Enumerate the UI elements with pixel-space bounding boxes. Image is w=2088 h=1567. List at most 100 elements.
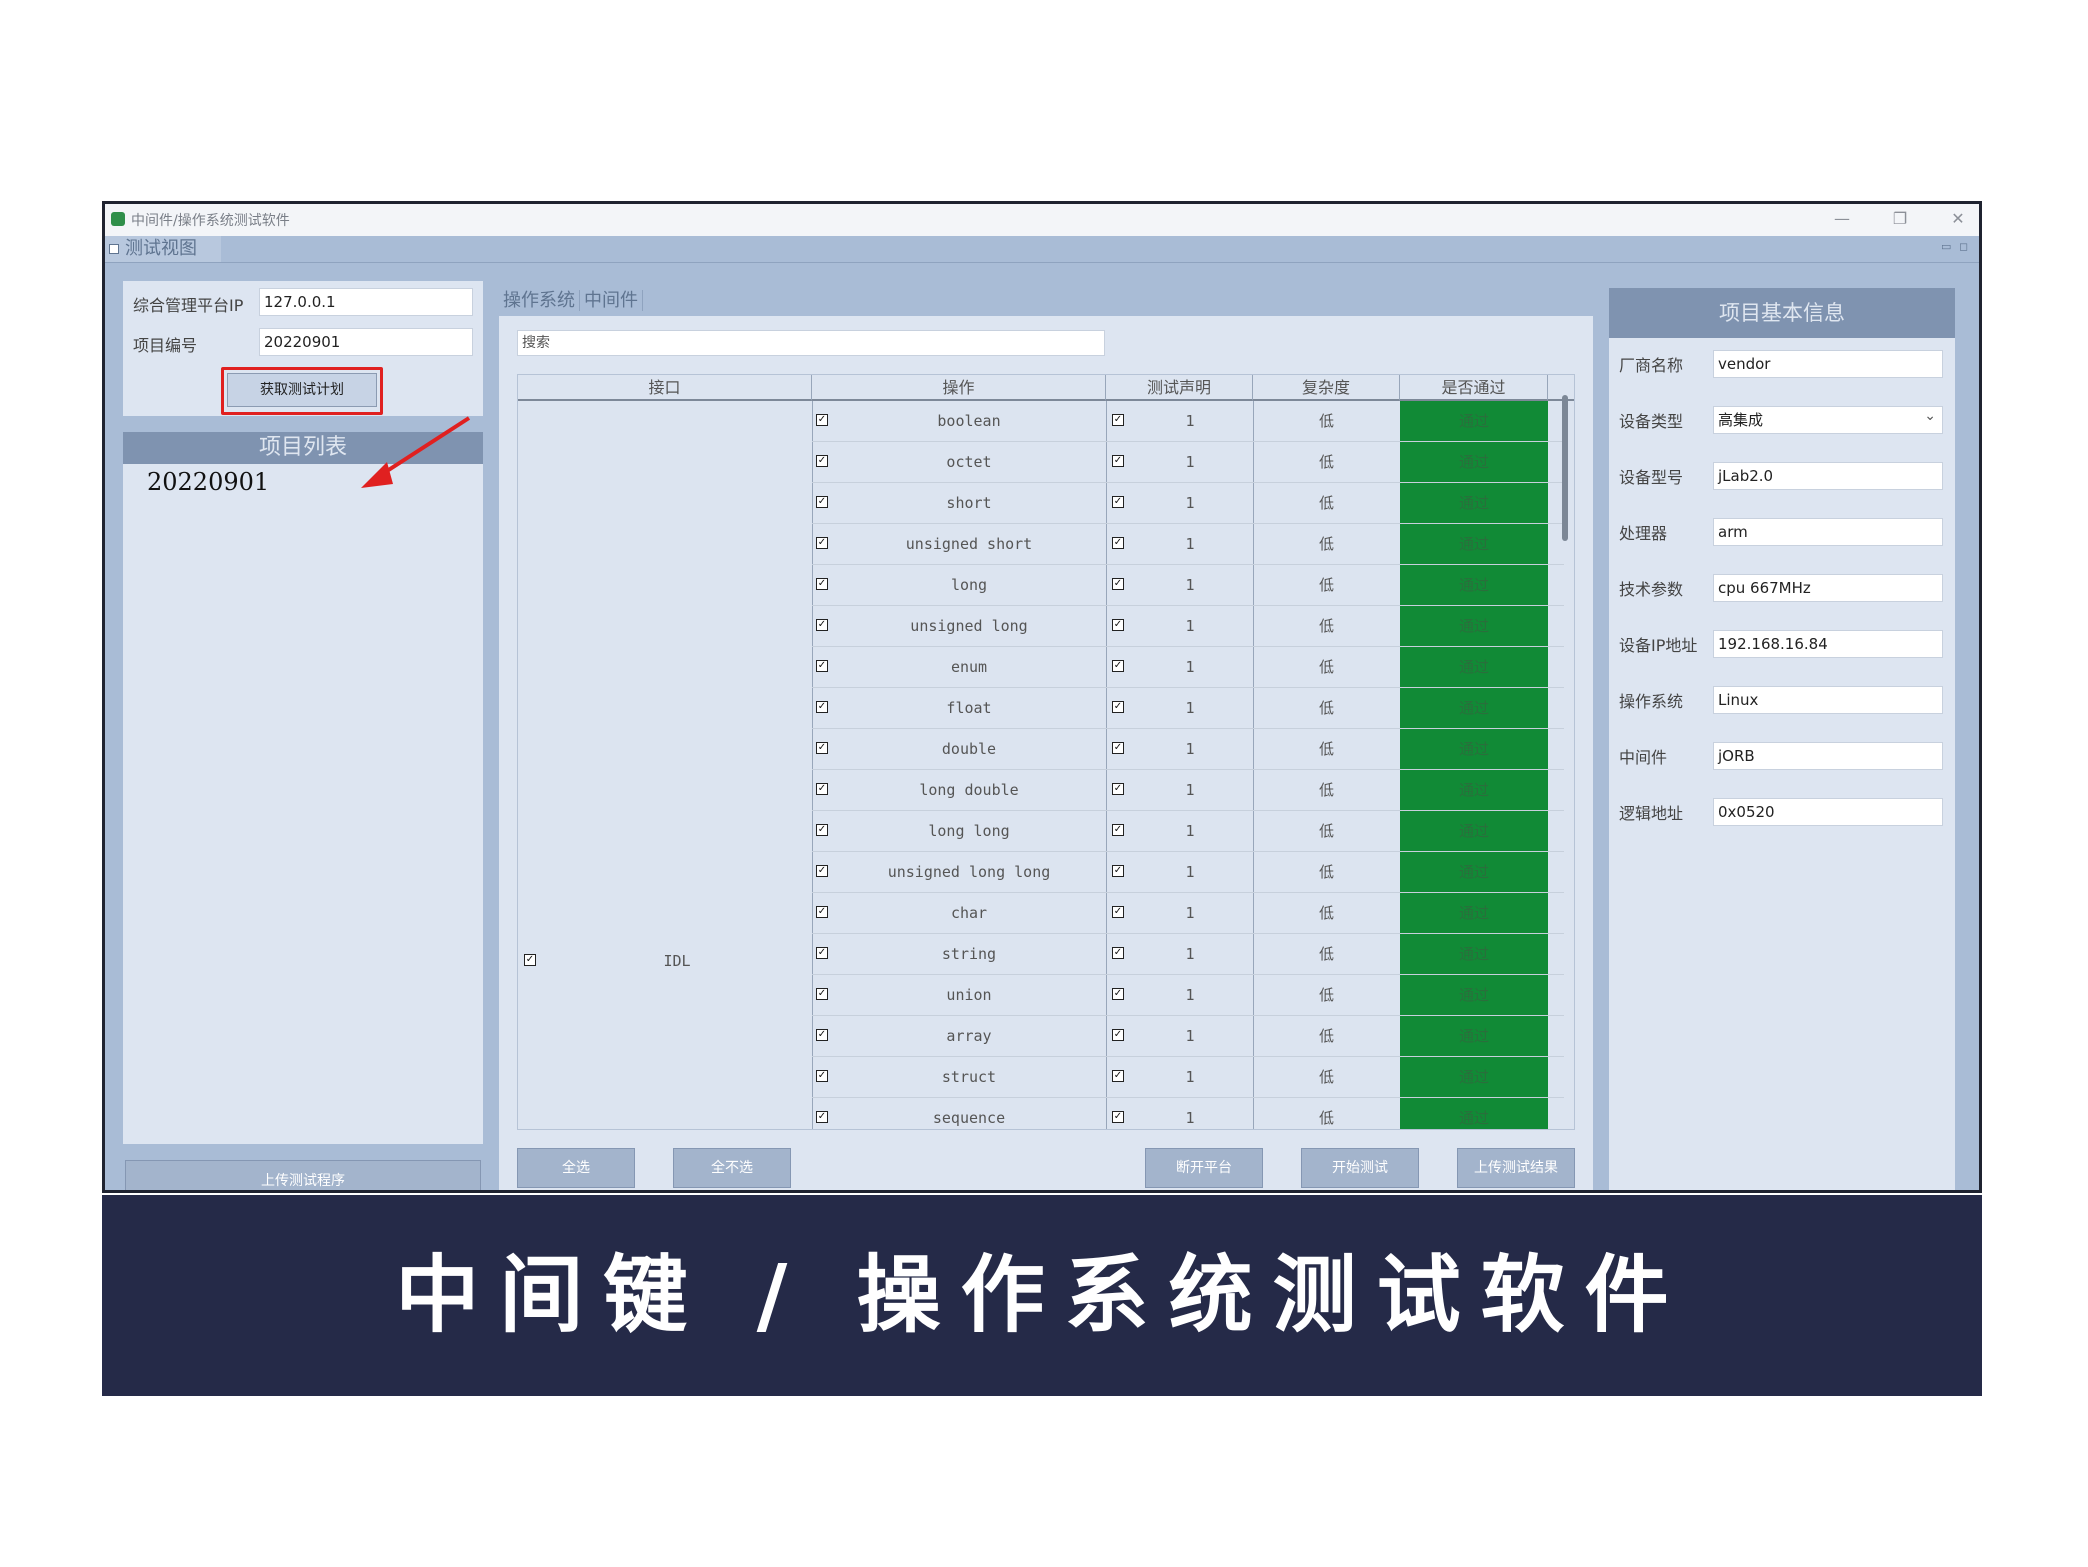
upload-result-button[interactable]: 上传测试结果 — [1457, 1148, 1575, 1188]
col-header-operation[interactable]: 操作 — [812, 375, 1106, 401]
op-checkbox[interactable]: ✓ — [816, 906, 828, 918]
info-label: 中间件 — [1619, 748, 1668, 767]
pass-status: 通过 — [1400, 688, 1548, 728]
op-checkbox[interactable]: ✓ — [816, 414, 828, 426]
op-name: string — [941, 945, 997, 963]
pass-status: 通过 — [1400, 1016, 1548, 1056]
col-header-interface[interactable]: 接口 — [518, 375, 812, 401]
upload-test-program-button[interactable]: 上传测试程序 — [125, 1160, 481, 1190]
op-checkbox[interactable]: ✓ — [816, 1029, 828, 1041]
table-row[interactable]: ✓ sequence ✓ 1 低通过 — [812, 1098, 1564, 1129]
table-row[interactable]: ✓ octet ✓ 1 低通过 — [812, 442, 1564, 483]
caption-text: 中间键 / 操作系统测试软件 — [395, 1246, 1689, 1344]
table-row[interactable]: ✓ double ✓ 1 低通过 — [812, 729, 1564, 770]
table-row[interactable]: ✓ boolean ✓ 1 低通过 — [812, 401, 1564, 442]
op-checkbox[interactable]: ✓ — [816, 988, 828, 1000]
op-checkbox[interactable]: ✓ — [816, 824, 828, 836]
col-header-complexity[interactable]: 复杂度 — [1253, 375, 1400, 401]
col-header-passed[interactable]: 是否通过 — [1400, 375, 1548, 401]
op-checkbox[interactable]: ✓ — [816, 742, 828, 754]
info-input[interactable]: 0x0520 — [1713, 798, 1943, 826]
table-row[interactable]: ✓ unsigned long ✓ 1 低通过 — [812, 606, 1564, 647]
info-input[interactable]: 192.168.16.84 — [1713, 630, 1943, 658]
complexity-value: 低 — [1318, 904, 1334, 922]
op-checkbox[interactable]: ✓ — [816, 1070, 828, 1082]
project-list-item[interactable]: 20220901 — [147, 468, 269, 496]
table-row[interactable]: ✓ string ✓ 1 低通过 — [812, 934, 1564, 975]
info-input[interactable]: arm — [1713, 518, 1943, 546]
table-row[interactable]: ✓ short ✓ 1 低通过 — [812, 483, 1564, 524]
decl-value: 1 — [1185, 617, 1195, 635]
close-button[interactable]: ✕ — [1937, 207, 1979, 231]
select-none-button[interactable]: 全不选 — [673, 1148, 791, 1188]
app-window: 中间件/操作系统测试软件 — ❐ ✕ 测试视图 ▭ ◻ 综合管理平台IP 127… — [102, 201, 1982, 1193]
op-checkbox[interactable]: ✓ — [816, 1111, 828, 1123]
op-name: short — [946, 494, 992, 512]
interface-checkbox[interactable]: ✓ — [524, 954, 536, 966]
minimize-button[interactable]: — — [1821, 207, 1863, 231]
op-checkbox[interactable]: ✓ — [816, 660, 828, 672]
window-title: 中间件/操作系统测试软件 — [131, 213, 290, 229]
info-input[interactable]: jLab2.0 — [1713, 462, 1943, 490]
restore-button[interactable]: ❐ — [1879, 207, 1921, 231]
decl-value: 1 — [1185, 904, 1195, 922]
pass-status: 通过 — [1400, 852, 1548, 892]
mini-restore-icon[interactable]: ◻ — [1959, 240, 1968, 253]
info-value: Linux — [1718, 691, 1759, 709]
project-no-input[interactable]: 20220901 — [259, 328, 473, 356]
view-tab[interactable]: 测试视图 — [105, 236, 221, 262]
mini-minimize-icon[interactable]: ▭ — [1941, 240, 1951, 253]
info-input[interactable]: cpu 667MHz — [1713, 574, 1943, 602]
col-header-declaration[interactable]: 测试声明 — [1106, 375, 1253, 401]
op-checkbox[interactable]: ✓ — [816, 578, 828, 590]
op-checkbox[interactable]: ✓ — [816, 496, 828, 508]
table-row[interactable]: ✓ unsigned long long ✓ 1 低通过 — [812, 852, 1564, 893]
tab-middleware[interactable]: 中间件 — [580, 290, 643, 311]
table-row[interactable]: ✓ long long ✓ 1 低通过 — [812, 811, 1564, 852]
start-test-button[interactable]: 开始测试 — [1301, 1148, 1419, 1188]
info-input[interactable]: vendor — [1713, 350, 1943, 378]
tab-os[interactable]: 操作系统 — [499, 290, 580, 311]
info-panel: 项目基本信息 厂商名称 vendor 设备类型 高集成 ⌄ 设备型号 jLab2.0 处理器 a… — [1609, 288, 1955, 1190]
table-row[interactable]: ✓ long double ✓ 1 低通过 — [812, 770, 1564, 811]
table-row[interactable]: ✓ enum ✓ 1 低通过 — [812, 647, 1564, 688]
search-input[interactable]: 搜索 — [517, 330, 1105, 356]
op-checkbox[interactable]: ✓ — [816, 865, 828, 877]
table-row[interactable]: ✓ float ✓ 1 低通过 — [812, 688, 1564, 729]
table-row[interactable]: ✓ long ✓ 1 低通过 — [812, 565, 1564, 606]
table-row[interactable]: ✓ struct ✓ 1 低通过 — [812, 1057, 1564, 1098]
interface-cell[interactable]: ✓ IDL — [522, 941, 812, 981]
op-checkbox[interactable]: ✓ — [816, 947, 828, 959]
info-value: 高集成 — [1718, 411, 1764, 429]
table-row[interactable]: ✓ union ✓ 1 低通过 — [812, 975, 1564, 1016]
decl-value: 1 — [1185, 986, 1195, 1004]
table-row[interactable]: ✓ unsigned short ✓ 1 低通过 — [812, 524, 1564, 565]
info-value: cpu 667MHz — [1718, 579, 1811, 597]
info-input[interactable]: Linux — [1713, 686, 1943, 714]
info-input[interactable]: jORB — [1713, 742, 1943, 770]
chevron-down-icon[interactable]: ⌄ — [1924, 403, 1936, 429]
op-checkbox[interactable]: ✓ — [816, 537, 828, 549]
ip-input[interactable]: 127.0.0.1 — [259, 288, 473, 316]
decl-value: 1 — [1185, 658, 1195, 676]
op-checkbox[interactable]: ✓ — [816, 619, 828, 631]
op-checkbox[interactable]: ✓ — [816, 783, 828, 795]
op-name: long — [950, 576, 988, 594]
decl-value: 1 — [1185, 535, 1195, 553]
pass-status: 通过 — [1400, 934, 1548, 974]
pass-status: 通过 — [1400, 606, 1548, 646]
complexity-value: 低 — [1318, 1068, 1334, 1086]
decl-value: 1 — [1185, 412, 1195, 430]
complexity-value: 低 — [1318, 1027, 1334, 1045]
select-all-button[interactable]: 全选 — [517, 1148, 635, 1188]
table-row[interactable]: ✓ char ✓ 1 低通过 — [812, 893, 1564, 934]
op-checkbox[interactable]: ✓ — [816, 701, 828, 713]
complexity-value: 低 — [1318, 412, 1334, 430]
disconnect-platform-button[interactable]: 断开平台 — [1145, 1148, 1263, 1188]
info-header: 项目基本信息 — [1609, 288, 1955, 338]
info-select[interactable]: 高集成 ⌄ — [1713, 406, 1943, 434]
table-scrollbar[interactable] — [1562, 395, 1568, 541]
table-row[interactable]: ✓ array ✓ 1 低通过 — [812, 1016, 1564, 1057]
op-checkbox[interactable]: ✓ — [816, 455, 828, 467]
complexity-value: 低 — [1318, 863, 1334, 881]
